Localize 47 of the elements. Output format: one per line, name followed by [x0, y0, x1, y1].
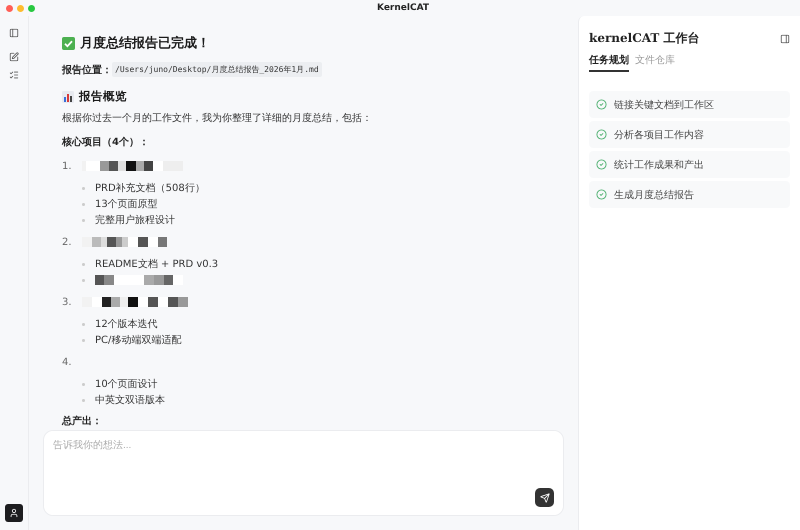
- checklist-icon[interactable]: [9, 70, 19, 80]
- list-number: 4.: [62, 356, 73, 368]
- check-mark-icon: [62, 36, 75, 50]
- task-label: 分析各项目工作内容: [614, 128, 704, 142]
- bullet-dot: [82, 218, 85, 222]
- list-item-text: 13个页面原型: [95, 198, 158, 211]
- task-label: 统计工作成果和产出: [614, 158, 704, 172]
- bullet-dot: [82, 338, 85, 342]
- output-label: 总产出：: [62, 414, 103, 428]
- bar-chart-icon: [62, 90, 74, 102]
- message-input[interactable]: 告诉我你的想法...: [53, 440, 554, 451]
- list-item-text: PC/移动端双端适配: [95, 334, 182, 347]
- edit-icon[interactable]: [9, 52, 19, 62]
- user-icon: [9, 508, 19, 518]
- window-title: KernelCAT: [377, 3, 429, 13]
- list-number: 3.: [62, 296, 73, 308]
- list-item-text: 中英文双语版本: [95, 394, 165, 407]
- list-item-text: README文档 + PRD v0.3: [95, 258, 218, 271]
- panel-title: kernelCAT 工作台: [589, 30, 700, 47]
- sidebar-toggle-icon[interactable]: [9, 28, 19, 38]
- bullet-dot: [82, 382, 85, 386]
- file-path: /Users/juno/Desktop/月度总结报告_2026年1月.md: [112, 62, 322, 77]
- bullet-dot: [82, 202, 85, 206]
- list-item-text: PRD补充文档（508行）: [95, 182, 205, 195]
- panel-toggle-icon[interactable]: [780, 34, 790, 44]
- report-heading: 月度总结报告已完成！: [80, 34, 210, 52]
- task-label: 链接关键文档到工作区: [614, 98, 714, 112]
- bullet-dot: [82, 186, 85, 190]
- projects-label: 核心项目（4个）：: [62, 135, 150, 149]
- bullet-dot: [82, 398, 85, 402]
- send-icon: [540, 492, 550, 502]
- send-button[interactable]: [535, 488, 554, 507]
- close-button[interactable]: [6, 4, 13, 12]
- list-number: 1.: [62, 160, 73, 172]
- list-item-text: 10个页面设计: [95, 378, 158, 391]
- list-item-text: 12个版本迭代: [95, 318, 158, 331]
- overview-heading: 报告概览: [79, 89, 127, 104]
- intro-text: 根据你过去一个月的工作文件，我为你整理了详细的月度总结，包括：: [62, 112, 373, 125]
- list-number: 2.: [62, 236, 73, 248]
- bullet-dot: [82, 278, 85, 282]
- task-label: 生成月度总结报告: [614, 188, 694, 202]
- location-label: 报告位置：: [62, 64, 112, 76]
- tab[interactable]: 任务规划: [589, 53, 629, 72]
- list-item-text: 完整用户旅程设计: [95, 214, 175, 227]
- user-button[interactable]: [5, 504, 23, 522]
- bullet-dot: [82, 322, 85, 326]
- bullet-dot: [82, 262, 85, 266]
